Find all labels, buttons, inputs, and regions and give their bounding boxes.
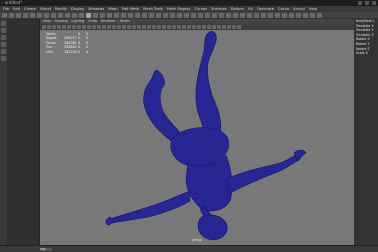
shelf-tool-icon[interactable]	[268, 12, 273, 18]
shelf-tool-icon[interactable]	[226, 12, 231, 18]
shelf-tool-icon[interactable]	[9, 12, 14, 18]
shelf-tool-icon[interactable]	[44, 12, 49, 18]
shelf-tool-icon[interactable]	[219, 12, 224, 18]
shelf-tool-icon[interactable]	[317, 12, 322, 18]
channel-box[interactable]: BodyMesh1 Translate X Translate Y Translate…	[354, 19, 378, 245]
shelf-tool-icon[interactable]	[121, 12, 126, 18]
shelf-tool-icon[interactable]	[163, 12, 168, 18]
lasso-tool-icon[interactable]	[1, 28, 6, 33]
shelf-tool-icon[interactable]	[114, 12, 119, 18]
shelf-toolbar	[0, 12, 378, 19]
shelf-tool-icon[interactable]	[212, 12, 217, 18]
scale-tool-icon[interactable]	[1, 56, 6, 61]
shelf-tool-icon[interactable]	[23, 12, 28, 18]
minimize-button[interactable]	[358, 1, 362, 5]
shelf-tool-icon[interactable]	[100, 12, 105, 18]
shelf-tool-icon[interactable]	[156, 12, 161, 18]
left-arm	[109, 190, 191, 224]
shelf-tool-icon[interactable]	[247, 12, 252, 18]
shelf-tool-icon[interactable]	[282, 12, 287, 18]
shelf-tool-icon[interactable]	[93, 12, 98, 18]
character-mesh[interactable]	[105, 31, 307, 241]
shelf-tool-icon[interactable]	[72, 12, 77, 18]
shelf-tool-icon[interactable]	[184, 12, 189, 18]
shelf-tool-icon[interactable]	[16, 12, 21, 18]
shelf-tool-icon[interactable]	[170, 12, 175, 18]
shelf-tool-icon[interactable]	[128, 12, 133, 18]
command-line-label[interactable]: MEL	[40, 248, 52, 251]
window-controls	[358, 0, 376, 5]
shelf-tool-icon[interactable]	[261, 12, 266, 18]
shelf-tool-icon[interactable]	[240, 12, 245, 18]
rotate-tool-icon[interactable]	[1, 49, 6, 54]
shelf-tool-icon[interactable]	[65, 12, 70, 18]
channel-item[interactable]: Scale X	[356, 51, 378, 56]
paint-select-icon[interactable]	[1, 35, 6, 40]
shelf-tool-icon[interactable]	[296, 12, 301, 18]
shelf-tool-icon[interactable]	[198, 12, 203, 18]
shelf-tool-icon[interactable]	[310, 12, 315, 18]
shelf-tool-icon[interactable]	[58, 12, 63, 18]
shelf-tool-icon[interactable]	[37, 12, 42, 18]
shelf-tool-icon[interactable]	[303, 12, 308, 18]
close-button[interactable]	[372, 1, 376, 5]
status-bar: MEL	[0, 245, 378, 252]
shelf-tool-icon[interactable]	[254, 12, 259, 18]
shelf-tool-icon[interactable]	[107, 12, 112, 18]
shelf-tool-icon[interactable]	[191, 12, 196, 18]
shelf-tool-icon[interactable]	[30, 12, 35, 18]
shelf-tool-icon[interactable]	[2, 12, 7, 18]
right-leg	[195, 31, 222, 136]
shelf-tool-icon[interactable]	[177, 12, 182, 18]
shelf-tool-icon[interactable]	[275, 12, 280, 18]
shelf-tool-icon[interactable]	[205, 12, 210, 18]
right-arm	[225, 154, 301, 194]
select-tool-icon[interactable]	[1, 21, 6, 26]
shelf-tool-icon[interactable]	[51, 12, 56, 18]
shelf-tool-icon[interactable]	[79, 12, 84, 18]
shelf-tool-icon[interactable]	[233, 12, 238, 18]
shelf-tool-icon[interactable]	[289, 12, 294, 18]
head	[197, 214, 228, 241]
shelf-tool-icon[interactable]	[86, 12, 91, 18]
mesh-figure[interactable]	[40, 19, 354, 245]
outliner-panel[interactable]	[7, 19, 40, 245]
shelf-tool-icon[interactable]	[149, 12, 154, 18]
shelf-tool-icon[interactable]	[135, 12, 140, 18]
maximize-button[interactable]	[365, 1, 369, 5]
move-tool-icon[interactable]	[1, 42, 6, 47]
camera-label: persp	[192, 238, 202, 242]
shelf-tool-icon[interactable]	[142, 12, 147, 18]
viewport-panel[interactable]: View Shading Lighting Show Renderer Panels Ve…	[40, 19, 357, 245]
